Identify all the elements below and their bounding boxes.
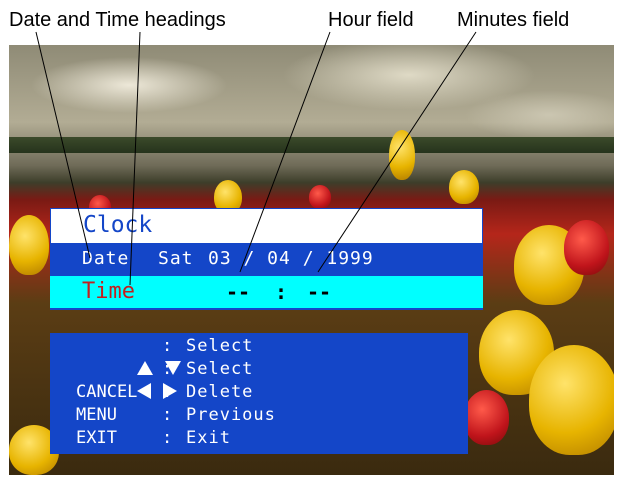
leader-line-date <box>35 31 91 259</box>
leader-line-time <box>129 31 141 286</box>
leader-line-hour <box>239 31 331 273</box>
callout-leader-lines <box>35 31 477 286</box>
leader-line-minutes <box>317 31 477 273</box>
